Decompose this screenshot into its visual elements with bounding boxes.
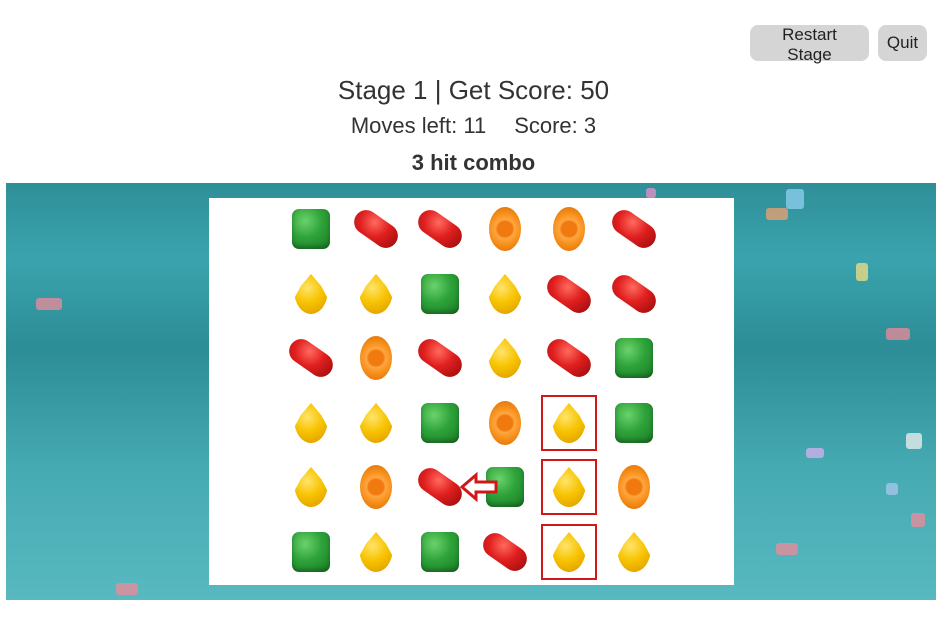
yellow-candy-icon: [294, 467, 328, 507]
board-cell-r4-c4[interactable]: [477, 395, 533, 451]
board-cell-r2-c1[interactable]: [283, 266, 339, 322]
board-cell-r2-c2[interactable]: [348, 266, 404, 322]
board-cell-r1-c1[interactable]: [283, 201, 339, 257]
confetti-piece: [116, 583, 138, 595]
orange-candy-icon: [360, 336, 392, 380]
green-candy-icon: [421, 274, 459, 314]
orange-candy-icon: [360, 465, 392, 509]
confetti-piece: [906, 433, 922, 449]
combo-text: 3 hit combo: [411, 150, 536, 175]
yellow-candy-icon: [552, 467, 586, 507]
red-candy-icon: [413, 334, 467, 382]
board-cell-r3-c6[interactable]: [606, 330, 662, 386]
confetti-piece: [856, 263, 868, 281]
red-candy-icon: [284, 334, 338, 382]
board-cell-r5-c1[interactable]: [283, 459, 339, 515]
yellow-candy-icon: [552, 403, 586, 443]
board-cell-r1-c3[interactable]: [412, 201, 468, 257]
board-cell-r6-c2[interactable]: [348, 524, 404, 580]
board-cell-r1-c6[interactable]: [606, 201, 662, 257]
yellow-candy-icon: [617, 532, 651, 572]
restart-stage-button[interactable]: Restart Stage: [750, 25, 869, 64]
green-candy-icon: [615, 403, 653, 443]
red-candy-icon: [349, 205, 403, 253]
board-cell-r1-c2[interactable]: [348, 201, 404, 257]
board-cell-r3-c1[interactable]: [283, 330, 339, 386]
red-candy-icon: [413, 205, 467, 253]
confetti-piece: [776, 543, 798, 555]
confetti-piece: [886, 328, 910, 340]
orange-candy-icon: [618, 465, 650, 509]
board-cell-r2-c4[interactable]: [477, 266, 533, 322]
orange-candy-icon: [489, 207, 521, 251]
status-line: Moves left: 11 Score: 3: [0, 113, 947, 139]
yellow-candy-icon: [552, 532, 586, 572]
yellow-candy-icon: [294, 403, 328, 443]
board-cell-r6-c6[interactable]: [606, 524, 662, 580]
green-candy-icon: [421, 403, 459, 443]
confetti-piece: [786, 189, 804, 209]
game-board: [209, 198, 734, 585]
board-cell-r1-c4[interactable]: [477, 201, 533, 257]
board-cell-r2-c3[interactable]: [412, 266, 468, 322]
red-candy-icon: [542, 270, 596, 318]
orange-candy-icon: [489, 401, 521, 445]
board-cell-r6-c1[interactable]: [283, 524, 339, 580]
board-cell-r1-c5[interactable]: [541, 201, 597, 257]
board-cell-r4-c5[interactable]: [541, 395, 597, 451]
score: Score: 3: [514, 113, 597, 138]
board-cell-r5-c5[interactable]: [541, 459, 597, 515]
board-cell-r4-c1[interactable]: [283, 395, 339, 451]
board-cell-r3-c3[interactable]: [412, 330, 468, 386]
board-cell-r4-c6[interactable]: [606, 395, 662, 451]
confetti-piece: [911, 513, 925, 527]
confetti-piece: [886, 483, 898, 495]
quit-button[interactable]: Quit: [878, 25, 927, 61]
board-cell-r4-c2[interactable]: [348, 395, 404, 451]
board-cell-r2-c5[interactable]: [541, 266, 597, 322]
swap-hint-arrow-icon: [460, 472, 498, 502]
board-cell-r3-c5[interactable]: [541, 330, 597, 386]
yellow-candy-icon: [359, 532, 393, 572]
board-cell-r6-c4[interactable]: [477, 524, 533, 580]
board-cell-r5-c6[interactable]: [606, 459, 662, 515]
board-cell-r5-c2[interactable]: [348, 459, 404, 515]
board-cell-r2-c6[interactable]: [606, 266, 662, 322]
yellow-candy-icon: [488, 274, 522, 314]
board-cell-r6-c5[interactable]: [541, 524, 597, 580]
confetti-piece: [646, 188, 656, 198]
yellow-candy-icon: [488, 338, 522, 378]
orange-candy-icon: [553, 207, 585, 251]
confetti-piece: [806, 448, 824, 458]
red-candy-icon: [413, 463, 467, 511]
green-candy-icon: [292, 209, 330, 249]
red-candy-icon: [478, 528, 532, 576]
board-cell-r4-c3[interactable]: [412, 395, 468, 451]
yellow-candy-icon: [359, 403, 393, 443]
board-cell-r6-c3[interactable]: [412, 524, 468, 580]
yellow-candy-icon: [359, 274, 393, 314]
green-candy-icon: [421, 532, 459, 572]
green-candy-icon: [292, 532, 330, 572]
confetti-piece: [36, 298, 62, 310]
red-candy-icon: [542, 334, 596, 382]
green-candy-icon: [615, 338, 653, 378]
board-cell-r3-c4[interactable]: [477, 330, 533, 386]
board-cell-r3-c2[interactable]: [348, 330, 404, 386]
moves-left: Moves left: 11: [350, 113, 487, 138]
stage-title: Stage 1 | Get Score: 50: [337, 75, 610, 105]
confetti-piece: [766, 208, 788, 220]
red-candy-icon: [607, 205, 661, 253]
red-candy-icon: [607, 270, 661, 318]
yellow-candy-icon: [294, 274, 328, 314]
